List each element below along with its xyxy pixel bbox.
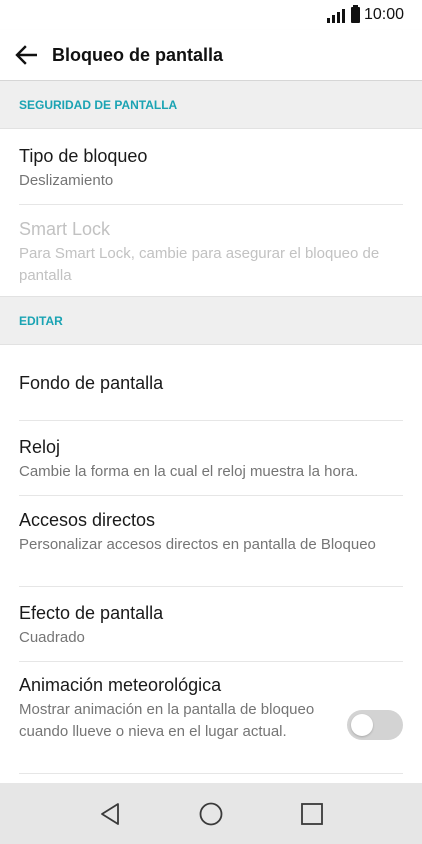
item-subtitle: Cuadrado bbox=[19, 629, 85, 646]
item-wallpaper[interactable]: Fondo de pantalla bbox=[19, 345, 403, 421]
status-bar: 10:00 bbox=[0, 0, 422, 30]
item-title: Efecto de pantalla bbox=[19, 603, 164, 623]
triangle-back-icon bbox=[101, 802, 120, 825]
item-title: Tipo de bloqueo bbox=[19, 146, 148, 166]
nav-recents-button[interactable] bbox=[290, 792, 334, 836]
item-title: Animación meteorológica bbox=[19, 675, 222, 695]
square-recents-icon bbox=[300, 802, 323, 825]
weather-animation-toggle[interactable] bbox=[347, 710, 403, 740]
back-button[interactable] bbox=[0, 30, 52, 80]
item-subtitle: Mostrar animación en la pantalla de bloq… bbox=[19, 701, 315, 740]
toggle-knob bbox=[351, 714, 373, 736]
circle-home-icon bbox=[199, 802, 223, 825]
item-smart-lock: Smart Lock Para Smart Lock, cambie para … bbox=[19, 205, 403, 296]
nav-back-button[interactable] bbox=[88, 792, 132, 836]
signal-icon bbox=[326, 7, 345, 23]
status-time: 10:00 bbox=[363, 6, 404, 23]
item-title: Accesos directos bbox=[19, 510, 156, 530]
item-screen-effect[interactable]: Efecto de pantalla Cuadrado bbox=[19, 587, 403, 662]
item-weather-animation[interactable]: Animación meteorológica Mostrar animació… bbox=[19, 662, 403, 774]
item-subtitle: Para Smart Lock, cambie para asegurar el… bbox=[19, 245, 380, 284]
app-bar: Bloqueo de pantalla bbox=[0, 30, 422, 81]
settings-list: SEGURIDAD DE PANTALLA Tipo de bloqueo De… bbox=[0, 81, 422, 783]
item-title: Smart Lock bbox=[19, 219, 111, 239]
item-subtitle: Cambie la forma en la cual el reloj mues… bbox=[19, 463, 359, 480]
item-clock[interactable]: Reloj Cambie la forma en la cual el relo… bbox=[19, 421, 403, 496]
page-title: Bloqueo de pantalla bbox=[52, 44, 224, 65]
item-title: Reloj bbox=[19, 437, 61, 457]
battery-icon bbox=[350, 5, 360, 23]
item-subtitle: Personalizar accesos directos en pantall… bbox=[19, 536, 376, 553]
navigation-bar bbox=[0, 783, 422, 844]
item-title: Fondo de pantalla bbox=[19, 373, 164, 393]
item-lock-type[interactable]: Tipo de bloqueo Deslizamiento bbox=[19, 129, 403, 205]
nav-home-button[interactable] bbox=[189, 792, 233, 836]
item-shortcuts[interactable]: Accesos directos Personalizar accesos di… bbox=[19, 496, 403, 587]
arrow-left-icon bbox=[15, 45, 37, 65]
section-header-screen-security: SEGURIDAD DE PANTALLA bbox=[0, 81, 422, 129]
section-header-edit: EDITAR bbox=[0, 296, 422, 345]
item-subtitle: Deslizamiento bbox=[19, 172, 114, 189]
